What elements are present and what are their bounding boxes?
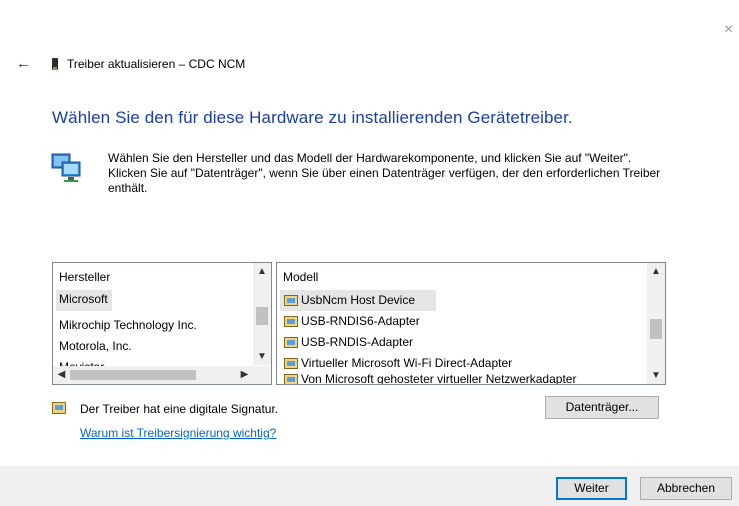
model-item-label: Von Microsoft gehosteter virtueller Netz…	[301, 374, 577, 384]
driver-icon	[284, 374, 298, 384]
manufacturer-vertical-scrollbar[interactable]: ▲ ▼	[253, 263, 271, 365]
scroll-left-icon[interactable]: ◀	[53, 366, 70, 384]
driver-icon	[284, 316, 298, 327]
cancel-button[interactable]: Abbrechen	[640, 477, 732, 500]
driver-icon	[284, 358, 298, 369]
dialog-footer	[0, 466, 739, 506]
page-heading: Wählen Sie den für diese Hardware zu ins…	[52, 108, 573, 127]
list-item[interactable]: USB-RNDIS6-Adapter	[280, 311, 645, 332]
list-item[interactable]: Motorola, Inc.	[56, 337, 251, 358]
scroll-up-icon[interactable]: ▲	[647, 263, 665, 280]
next-button[interactable]: Weiter	[556, 477, 627, 500]
instruction-text: Wählen Sie den Hersteller und das Modell…	[108, 151, 661, 195]
network-adapter-icon	[51, 153, 81, 182]
list-item[interactable]: USB-RNDIS-Adapter	[280, 332, 645, 353]
manufacturer-list[interactable]: Hersteller Microsoft Mikrochip Technolog…	[52, 262, 272, 385]
have-disk-button[interactable]: Datenträger...	[545, 396, 659, 419]
window-title: Treiber aktualisieren – CDC NCM	[67, 57, 246, 71]
list-item[interactable]: Virtueller Microsoft Wi-Fi Direct-Adapte…	[280, 353, 645, 374]
close-icon[interactable]: ×	[724, 22, 733, 38]
list-item[interactable]: Von Microsoft gehosteter virtueller Netz…	[280, 374, 645, 384]
model-list[interactable]: Modell UsbNcm Host Device USB-RNDIS6-Ada…	[276, 262, 666, 385]
manufacturer-item-selected[interactable]: Microsoft	[56, 290, 112, 311]
scroll-thumb[interactable]	[70, 370, 196, 380]
signature-help-link[interactable]: Warum ist Treibersignierung wichtig?	[80, 426, 276, 440]
manufacturer-list-header: Hersteller	[59, 270, 111, 284]
scroll-down-icon[interactable]: ▼	[253, 348, 271, 365]
usb-device-icon	[52, 58, 58, 70]
scroll-up-icon[interactable]: ▲	[253, 263, 271, 280]
driver-update-dialog: × ← Treiber aktualisieren – CDC NCM Wähl…	[0, 0, 739, 506]
model-item-label: USB-RNDIS-Adapter	[301, 335, 414, 349]
window-title-row: Treiber aktualisieren – CDC NCM	[52, 57, 245, 71]
scroll-thumb[interactable]	[256, 307, 268, 325]
driver-icon	[284, 295, 298, 306]
model-list-header: Modell	[283, 270, 319, 284]
scroll-thumb[interactable]	[650, 319, 662, 339]
signature-status: Der Treiber hat eine digitale Signatur.	[80, 402, 279, 416]
scroll-corner	[253, 366, 271, 384]
scroll-down-icon[interactable]: ▼	[647, 367, 665, 384]
model-item-label: UsbNcm Host Device	[301, 293, 416, 307]
model-item-label: USB-RNDIS6-Adapter	[301, 314, 420, 328]
list-item[interactable]: Mikrochip Technology Inc.	[56, 316, 251, 337]
model-vertical-scrollbar[interactable]: ▲ ▼	[647, 263, 665, 384]
model-item-label: Virtueller Microsoft Wi-Fi Direct-Adapte…	[301, 356, 513, 370]
manufacturer-horizontal-scrollbar[interactable]: ◀ ▶	[53, 366, 253, 384]
signed-driver-icon	[52, 402, 66, 414]
back-arrow-icon[interactable]: ←	[16, 56, 31, 72]
list-item[interactable]: UsbNcm Host Device	[280, 290, 436, 311]
driver-icon	[284, 337, 298, 348]
scroll-right-icon[interactable]: ▶	[236, 366, 253, 384]
list-item[interactable]: Microsoft	[56, 290, 251, 316]
